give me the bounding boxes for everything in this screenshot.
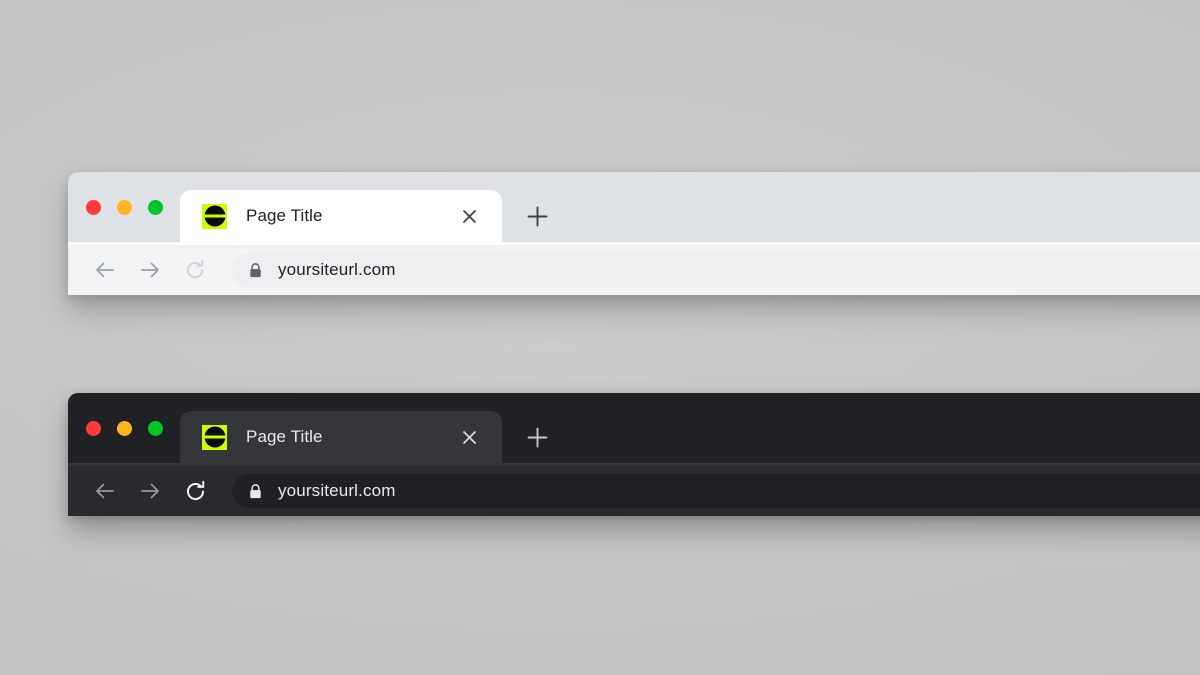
lock-icon [249,262,262,278]
close-icon[interactable] [452,199,486,233]
tab-strip-light: Page Title [68,172,1200,242]
reload-icon[interactable] [177,473,213,509]
tab-title-label: Page Title [246,427,323,446]
split-circle-favicon [202,203,227,229]
browser-toolbar-dark: yoursiteurl.com [68,463,1200,516]
window-maximize-button[interactable] [148,420,163,436]
window-maximize-button[interactable] [148,199,163,215]
lock-icon [249,483,262,499]
tab-title-label: Page Title [246,206,323,225]
window-minimize-button[interactable] [117,199,132,215]
tab-strip-dark: Page Title [68,393,1200,463]
arrow-right-icon[interactable] [132,473,168,509]
browser-toolbar-light: yoursiteurl.com [68,242,1200,295]
browser-tab-dark[interactable]: Page Title [180,411,502,463]
window-close-button[interactable] [86,420,101,436]
new-tab-button[interactable] [522,422,552,452]
desktop-background [0,0,1200,675]
address-bar-light[interactable]: yoursiteurl.com [232,253,1200,287]
window-close-button[interactable] [86,199,101,215]
browser-tab-light[interactable]: Page Title [180,190,502,242]
new-tab-button[interactable] [522,201,552,231]
address-bar-dark[interactable]: yoursiteurl.com [232,474,1200,508]
arrow-left-icon[interactable] [87,473,123,509]
address-bar-url: yoursiteurl.com [278,260,396,279]
window-minimize-button[interactable] [117,420,132,436]
browser-window-dark: Page Title yoursiteurl.com [68,393,1200,516]
browser-window-light: Page Title yoursiteurl.com [68,172,1200,295]
window-controls-light [68,172,180,242]
close-icon[interactable] [452,420,486,454]
split-circle-favicon [202,424,227,450]
window-controls-dark [68,393,180,463]
arrow-left-icon[interactable] [87,252,123,288]
arrow-right-icon[interactable] [132,252,168,288]
address-bar-url: yoursiteurl.com [278,481,396,500]
reload-icon[interactable] [177,252,213,288]
